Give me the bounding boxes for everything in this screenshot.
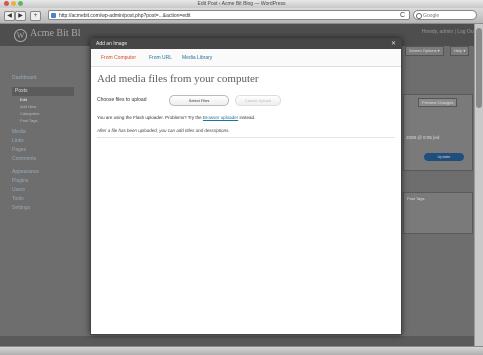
sidebar-item-posts[interactable]: Posts [12,87,74,96]
divider [97,137,395,138]
modal-title: Add an Image [96,41,128,47]
url-text: http://acmebit.com/wp-admin/post.php?pos… [59,13,191,19]
sidebar-item-categories[interactable]: Categories [12,110,74,117]
choose-files-label: Choose files to upload [97,97,147,103]
help-button[interactable]: Help ▾ [450,46,470,56]
select-files-button[interactable]: Select Files [169,95,229,106]
sidebar-item-pages[interactable]: Pages [12,146,74,155]
scrollbar-thumb[interactable] [476,28,482,108]
post-tags-box: Post Tags [403,192,473,234]
sidebar-item-appearance[interactable]: Appearance [12,168,74,177]
howdy-text: Howdy, admin | Log Out [421,29,475,35]
address-bar[interactable]: http://acmebit.com/wp-admin/post.php?pos… [48,10,410,20]
reload-icon[interactable]: C [400,11,405,21]
forward-button[interactable]: ▶ [15,11,26,21]
sidebar-item-links[interactable]: Links [12,137,74,146]
upload-heading: Add media files from your computer [97,73,259,85]
close-icon[interactable]: ✕ [391,39,396,49]
cancel-upload-button[interactable]: Cancel Upload [235,95,281,106]
wordpress-logo-icon: W [14,29,27,42]
sidebar-item-users[interactable]: Users [12,186,74,195]
tab-from-computer[interactable]: From Computer [101,55,136,61]
after-upload-note: After a file has been uploaded, you can … [97,128,230,133]
window-title-bar: Edit Post ‹ Acme Bit Blog — WordPress [0,0,483,8]
update-button[interactable]: Update [424,153,464,161]
sidebar-item-plugins[interactable]: Plugins [12,177,74,186]
sidebar-item-add-new[interactable]: Add New [12,103,74,110]
sidebar-item-tools[interactable]: Tools [12,195,74,204]
site-title: Acme Bit Bl [30,28,81,39]
admin-sidebar-menu: Dashboard Posts Edit Add New Categories Post … [12,74,74,213]
publish-date-text: 2008 @ 8:05 [ed [406,135,440,140]
tab-media-library[interactable]: Media Library [182,55,212,61]
modal-header: Add an Image ✕ [91,39,401,49]
add-image-modal: Add an Image ✕ From Computer From URL Me… [90,38,402,335]
sidebar-item-post-tags[interactable]: Post Tags [12,117,74,124]
flash-uploader-note: You are using the Flash uploader. Proble… [97,115,255,120]
flash-note-prefix: You are using the Flash uploader. Proble… [97,115,203,120]
sidebar-item-edit[interactable]: Edit [12,96,74,103]
page-scrollbar[interactable] [474,24,483,346]
media-tabs: From Computer From URL Media Library [91,49,401,67]
search-placeholder: Google [423,13,440,19]
browser-uploader-link[interactable]: Browser uploader [203,115,238,120]
preview-changes-button[interactable]: Preview Changes [418,98,458,107]
window-title: Edit Post ‹ Acme Bit Blog — WordPress [197,1,286,7]
sidebar-item-dashboard[interactable]: Dashboard [12,74,74,83]
sidebar-item-media[interactable]: Media [12,128,74,137]
search-icon [416,13,422,19]
flash-note-suffix: instead. [238,115,256,120]
post-tags-label: Post Tags [407,196,425,201]
sidebar-item-comments[interactable]: Comments [12,155,74,164]
back-button[interactable]: ◀ [4,11,15,21]
tab-from-url[interactable]: From URL [149,55,172,61]
sidebar-item-settings[interactable]: Settings [12,204,74,213]
screen-options-button[interactable]: Screen Options ▾ [405,46,444,56]
site-favicon-icon [51,13,56,18]
search-input[interactable]: Google [413,10,477,20]
wp-footer [0,336,483,346]
add-bookmark-button[interactable]: + [30,11,41,21]
browser-toolbar: ◀ ▶ + http://acmebit.com/wp-admin/post.p… [0,8,483,24]
